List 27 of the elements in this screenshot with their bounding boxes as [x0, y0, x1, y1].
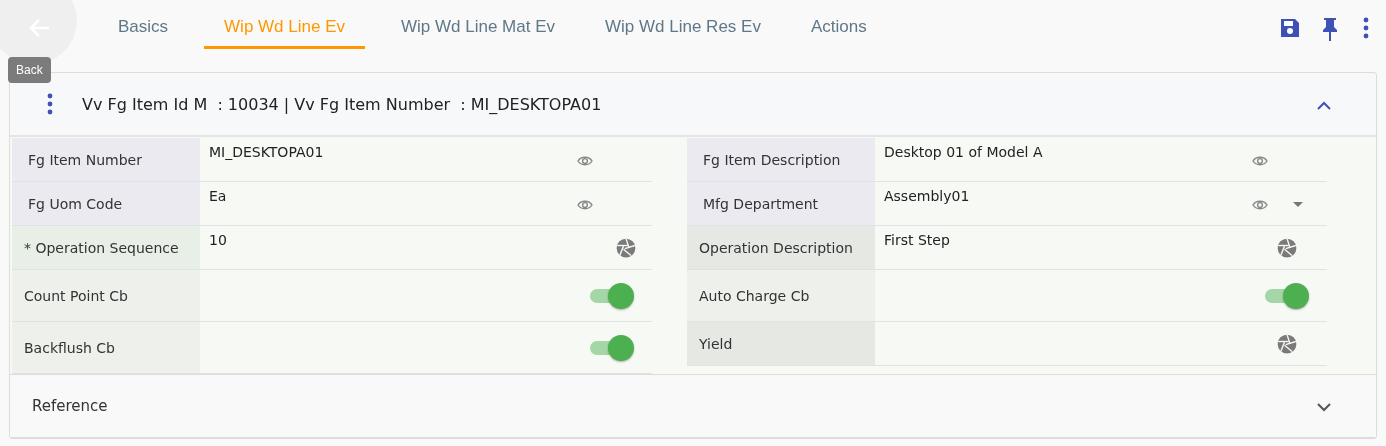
field-label: Mfg Department: [703, 195, 819, 212]
tab[interactable]: Basics: [104, 0, 183, 49]
back-tooltip: Back: [8, 57, 51, 83]
aperture-icon[interactable]: [616, 238, 636, 258]
toggle-switch[interactable]: [1263, 283, 1311, 309]
aperture-icon[interactable]: [1277, 334, 1297, 354]
more-menu-icon[interactable]: [46, 93, 54, 115]
record-title: Vv Fg Item Id M : 10034 | Vv Fg Item Number : MI_DESKTOPA01: [82, 94, 602, 114]
section-title[interactable]: Reference: [32, 397, 108, 415]
field-label: Operation Description: [699, 239, 853, 256]
field-label: Fg Item Description: [703, 151, 841, 168]
field-label: Auto Charge Cb: [699, 287, 810, 304]
field-label: * Operation Sequence: [24, 239, 179, 256]
field-label: Backflush Cb: [24, 339, 115, 356]
tab[interactable]: Wip Wd Line Res Ev: [591, 0, 775, 49]
toggle-switch[interactable]: [588, 283, 636, 309]
collapse-icon[interactable]: [1316, 99, 1332, 110]
toggle-switch[interactable]: [588, 335, 636, 361]
field-label: Fg Item Number: [28, 151, 142, 168]
field-label: Fg Uom Code: [28, 195, 123, 212]
dropdown-caret-icon[interactable]: [1293, 202, 1303, 207]
aperture-icon[interactable]: [1277, 238, 1297, 258]
field-label: Count Point Cb: [24, 287, 128, 304]
expand-icon[interactable]: [1316, 401, 1332, 412]
field-label: Yield: [699, 335, 733, 352]
tab[interactable]: Wip Wd Line Mat Ev: [387, 0, 569, 49]
tab[interactable]: Actions: [796, 0, 881, 49]
